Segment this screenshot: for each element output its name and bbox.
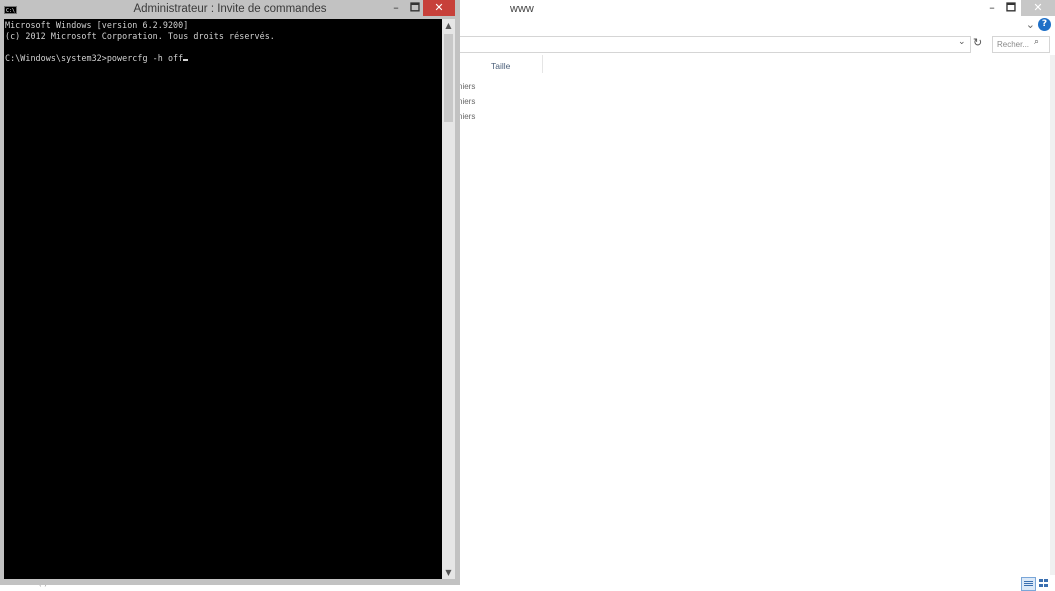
cmd-scrollbar[interactable]: ▲ ▼ bbox=[442, 19, 455, 579]
column-header-size[interactable]: Taille bbox=[491, 61, 510, 71]
list-item[interactable]: niers bbox=[458, 97, 475, 106]
explorer-title: www bbox=[510, 3, 534, 15]
console-line: Microsoft Windows [version 6.2.9200] bbox=[5, 20, 189, 30]
console-command-line[interactable]: C:\Windows\system32>powercfg -h off bbox=[5, 53, 189, 63]
cmd-close-button[interactable]: ✕ bbox=[423, 0, 455, 16]
text-cursor bbox=[183, 59, 189, 61]
cmd-console-area[interactable]: Microsoft Windows [version 6.2.9200] (c)… bbox=[4, 19, 442, 579]
explorer-scrollbar[interactable] bbox=[1050, 55, 1055, 575]
help-icon[interactable]: ? bbox=[1038, 18, 1051, 31]
command-prompt-window: C:\ Administrateur : Invite de commandes… bbox=[0, 0, 460, 585]
cmd-titlebar[interactable]: C:\ Administrateur : Invite de commandes… bbox=[0, 0, 460, 19]
column-separator[interactable] bbox=[542, 55, 543, 73]
address-history-chevron-icon[interactable]: ⌄ bbox=[958, 37, 966, 47]
list-item[interactable]: niers bbox=[458, 82, 475, 91]
explorer-ribbon: ⌄ ? bbox=[460, 18, 1055, 34]
details-view-icon[interactable] bbox=[1021, 577, 1036, 591]
address-bar[interactable] bbox=[460, 36, 971, 53]
search-input[interactable]: Recher... bbox=[992, 36, 1050, 53]
ribbon-expand-icon[interactable]: ⌄ bbox=[1026, 18, 1035, 31]
search-icon[interactable]: ⌕ bbox=[1034, 37, 1039, 47]
list-item[interactable]: niers bbox=[458, 112, 475, 121]
large-icons-view-icon[interactable] bbox=[1039, 578, 1049, 588]
cmd-maximize-button[interactable]: 🗖 bbox=[406, 0, 424, 16]
console-command-text: C:\Windows\system32>powercfg -h off bbox=[5, 53, 184, 63]
explorer-maximize-button[interactable]: 🗖 bbox=[1002, 0, 1020, 16]
scroll-up-arrow-icon[interactable]: ▲ bbox=[442, 19, 455, 32]
explorer-close-button[interactable]: ✕ bbox=[1021, 0, 1055, 16]
console-line: (c) 2012 Microsoft Corporation. Tous dro… bbox=[5, 31, 275, 41]
refresh-icon[interactable]: ↻ bbox=[973, 36, 982, 49]
scrollbar-thumb[interactable] bbox=[444, 34, 453, 122]
scroll-down-arrow-icon[interactable]: ▼ bbox=[442, 566, 455, 579]
explorer-minimize-button[interactable]: – bbox=[983, 0, 1001, 16]
cmd-minimize-button[interactable]: – bbox=[387, 0, 405, 16]
